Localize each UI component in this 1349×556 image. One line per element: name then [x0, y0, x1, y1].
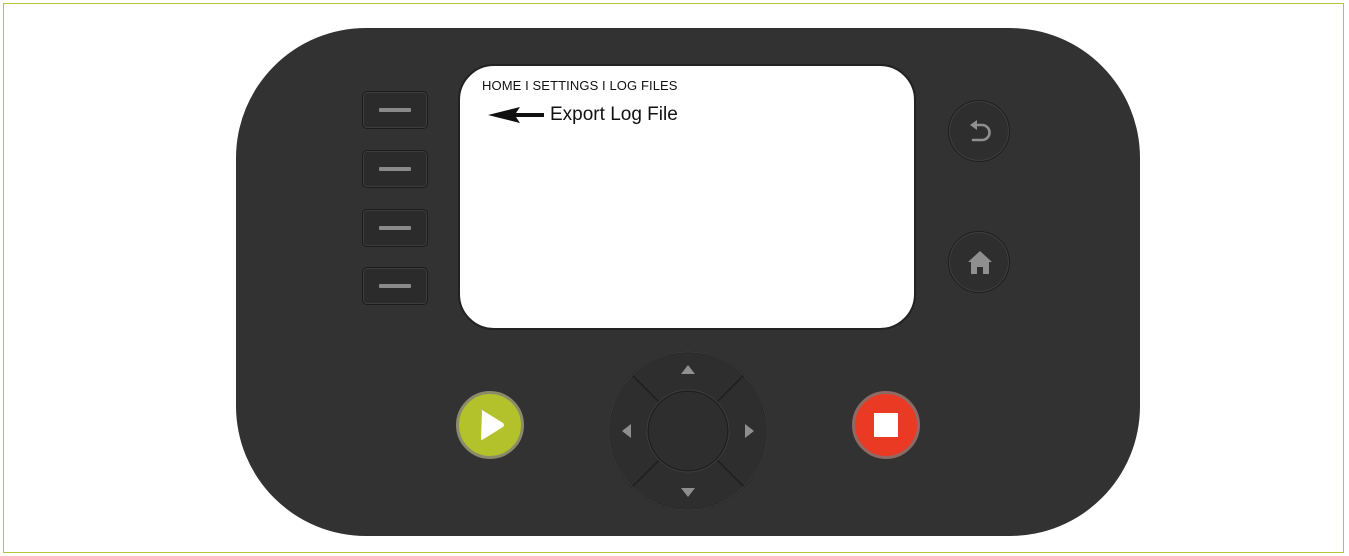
softkey-3[interactable]	[362, 209, 428, 247]
softkey-1[interactable]	[362, 91, 428, 129]
dpad	[602, 345, 774, 517]
lcd-screen: HOME I SETTINGS I LOG FILES Export Log F…	[458, 64, 916, 330]
dash-icon	[379, 226, 411, 230]
home-button[interactable]	[948, 231, 1010, 293]
dash-icon	[379, 108, 411, 112]
back-button[interactable]	[948, 100, 1010, 162]
stop-icon	[874, 413, 898, 437]
dash-icon	[379, 284, 411, 288]
stop-button[interactable]	[852, 391, 920, 459]
softkey-2[interactable]	[362, 150, 428, 188]
dash-icon	[379, 167, 411, 171]
softkey-4[interactable]	[362, 267, 428, 305]
dpad-center-button[interactable]	[647, 390, 729, 472]
breadcrumb: HOME I SETTINGS I LOG FILES	[482, 78, 678, 93]
arrow-left-icon	[488, 104, 544, 126]
play-button[interactable]	[456, 391, 524, 459]
menu-item-label: Export Log File	[550, 104, 678, 125]
menu-item-export-log-file[interactable]: Export Log File	[488, 104, 678, 126]
